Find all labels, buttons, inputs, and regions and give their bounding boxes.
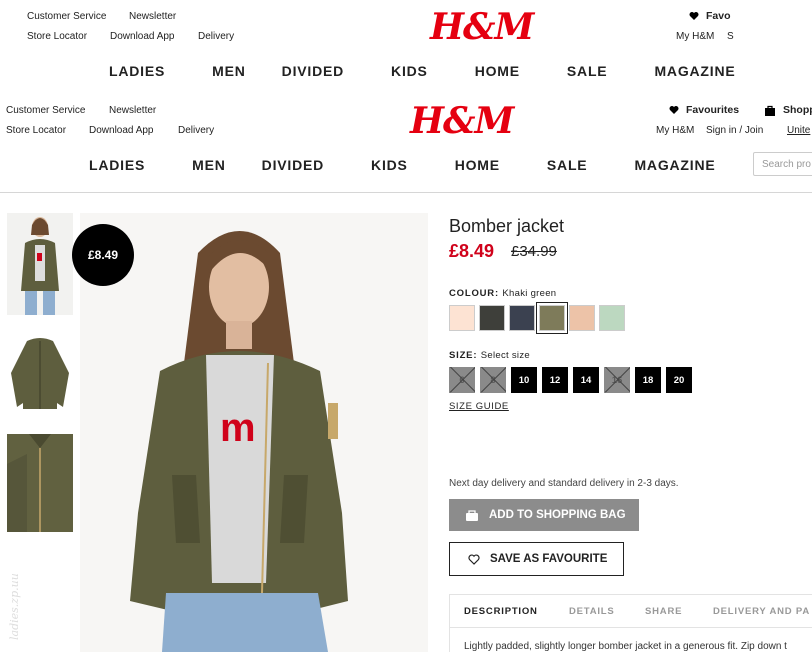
- colour-swatch[interactable]: [479, 305, 505, 331]
- size-option[interactable]: 18: [635, 367, 661, 393]
- thumbnail-model[interactable]: [7, 213, 73, 315]
- thumbnail-detail-image: [7, 434, 73, 532]
- main-nav: LADIES MEN DIVIDED KIDS HOME SALE MAGAZI…: [89, 157, 716, 173]
- add-to-bag-label: ADD TO SHOPPING BAG: [489, 509, 626, 521]
- download-app-link[interactable]: Download App: [89, 125, 154, 136]
- colour-label: COLOUR:: [449, 288, 499, 299]
- size-option[interactable]: 16: [604, 367, 630, 393]
- watermark: ladies.zp.uu: [8, 573, 21, 640]
- size-option[interactable]: 14: [573, 367, 599, 393]
- favourites-link[interactable]: Favo: [689, 10, 731, 22]
- size-option[interactable]: 6: [449, 367, 475, 393]
- nav-ladies[interactable]: LADIES: [89, 157, 145, 173]
- product-price: £8.49: [449, 241, 495, 261]
- delivery-info: Next day delivery and standard delivery …: [449, 478, 679, 489]
- colour-swatch[interactable]: [599, 305, 625, 331]
- hm-logo[interactable]: H&M: [430, 6, 534, 48]
- main-nav: LADIES MEN DIVIDED KIDS HOME SALE MAGAZI…: [109, 63, 736, 79]
- colour-swatch[interactable]: [509, 305, 535, 331]
- size-label-row: SIZE: Select size: [449, 350, 530, 361]
- favourites-link[interactable]: Favourites: [669, 104, 739, 116]
- product-title: Bomber jacket: [449, 216, 565, 236]
- nav-home[interactable]: HOME: [475, 63, 520, 79]
- nav-men[interactable]: MEN: [212, 63, 246, 79]
- newsletter-link[interactable]: Newsletter: [129, 11, 176, 22]
- thumbnail-flat-image: [11, 338, 69, 409]
- delivery-link[interactable]: Delivery: [178, 125, 214, 136]
- region-link[interactable]: Unite: [787, 125, 810, 136]
- colour-swatch[interactable]: [449, 305, 475, 331]
- size-value: Select size: [480, 350, 530, 361]
- customer-service-link[interactable]: Customer Service: [27, 11, 106, 22]
- product-photo: m: [80, 213, 428, 652]
- tab-delivery[interactable]: DELIVERY AND PA: [713, 606, 810, 617]
- my-hm-link[interactable]: My H&M: [676, 31, 714, 42]
- svg-text:m: m: [220, 406, 256, 450]
- heart-icon: [669, 106, 679, 114]
- header-divider: [0, 192, 812, 193]
- size-options: 6 8 10 12 14 16 18 20: [449, 367, 692, 393]
- favourites-label: Favourites: [686, 104, 740, 116]
- nav-kids[interactable]: KIDS: [391, 63, 428, 79]
- customer-service-link[interactable]: Customer Service: [6, 105, 85, 116]
- size-option[interactable]: 8: [480, 367, 506, 393]
- nav-magazine[interactable]: MAGAZINE: [634, 157, 715, 173]
- nav-sale[interactable]: SALE: [567, 63, 608, 79]
- add-to-bag-button[interactable]: ADD TO SHOPPING BAG: [449, 499, 639, 531]
- shopping-bag-icon: [466, 510, 478, 521]
- shopping-bag-label: Shopp: [783, 104, 812, 116]
- shopping-bag-icon: [765, 105, 775, 116]
- product-info-tabs: DESCRIPTION DETAILS SHARE DELIVERY AND P…: [449, 594, 812, 652]
- colour-swatches: [449, 302, 625, 334]
- nav-divided[interactable]: DIVIDED: [262, 157, 324, 173]
- delivery-link[interactable]: Delivery: [198, 31, 234, 42]
- sign-in-link[interactable]: S: [727, 31, 734, 42]
- heart-icon: [689, 12, 699, 20]
- tab-share[interactable]: SHARE: [645, 606, 682, 617]
- product-description: Lightly padded, slightly longer bomber j…: [464, 641, 787, 652]
- tab-details[interactable]: DETAILS: [569, 606, 615, 617]
- colour-value: Khaki green: [502, 288, 557, 299]
- my-hm-link[interactable]: My H&M: [656, 125, 694, 136]
- nav-magazine[interactable]: MAGAZINE: [654, 63, 735, 79]
- download-app-link[interactable]: Download App: [110, 31, 175, 42]
- tab-description[interactable]: DESCRIPTION: [464, 606, 538, 617]
- store-locator-link[interactable]: Store Locator: [6, 125, 66, 136]
- size-guide-link[interactable]: SIZE GUIDE: [449, 401, 509, 412]
- size-option[interactable]: 10: [511, 367, 537, 393]
- nav-home[interactable]: HOME: [455, 157, 500, 173]
- save-favourite-label: SAVE AS FAVOURITE: [490, 553, 608, 565]
- tabs-divider: [450, 627, 812, 628]
- colour-swatch[interactable]: [536, 302, 568, 334]
- hm-logo[interactable]: H&M: [410, 100, 514, 142]
- price-badge: £8.49: [72, 224, 134, 286]
- nav-sale[interactable]: SALE: [547, 157, 588, 173]
- thumbnail-detail[interactable]: [7, 434, 73, 532]
- old-price: £34.99: [511, 243, 557, 260]
- nav-divided[interactable]: DIVIDED: [282, 63, 344, 79]
- thumbnail-model-image: [7, 213, 73, 315]
- shopping-bag-link[interactable]: Shopp: [764, 104, 812, 116]
- save-favourite-button[interactable]: SAVE AS FAVOURITE: [449, 542, 624, 576]
- colour-swatch[interactable]: [569, 305, 595, 331]
- colour-label-row: COLOUR: Khaki green: [449, 288, 556, 299]
- newsletter-link[interactable]: Newsletter: [109, 105, 156, 116]
- nav-kids[interactable]: KIDS: [371, 157, 408, 173]
- thumbnail-flat[interactable]: [7, 329, 73, 417]
- size-option[interactable]: 20: [666, 367, 692, 393]
- size-option[interactable]: 12: [542, 367, 568, 393]
- search-input[interactable]: Search pro: [753, 152, 812, 176]
- size-label: SIZE:: [449, 350, 478, 361]
- nav-ladies[interactable]: LADIES: [109, 63, 165, 79]
- store-locator-link[interactable]: Store Locator: [27, 31, 87, 42]
- nav-men[interactable]: MEN: [192, 157, 226, 173]
- favourites-label: Favo: [706, 10, 731, 22]
- heart-outline-icon: [468, 553, 480, 565]
- sign-in-link[interactable]: Sign in / Join: [706, 125, 763, 136]
- product-main-image[interactable]: m: [80, 213, 428, 652]
